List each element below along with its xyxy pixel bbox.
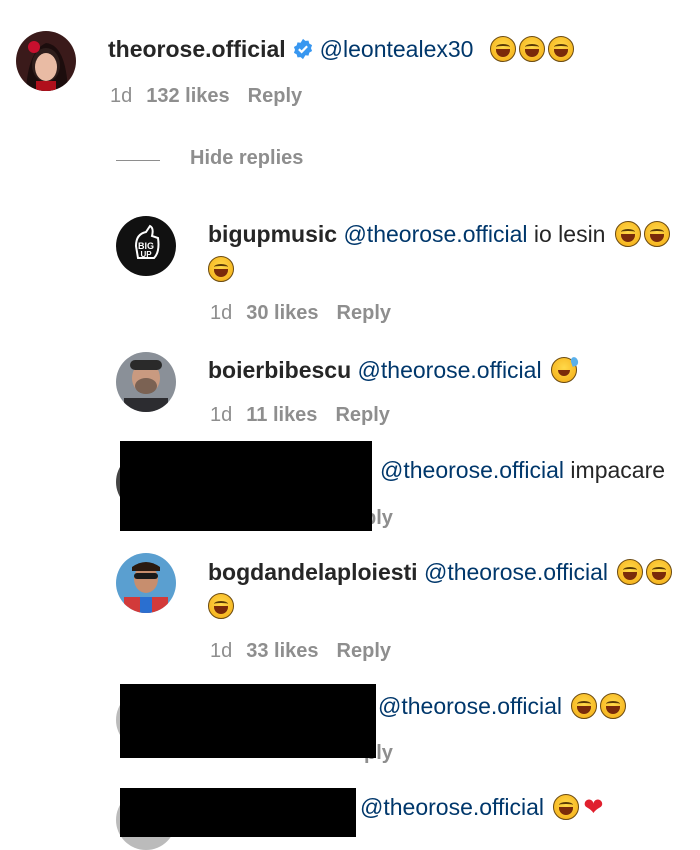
reply-mention[interactable]: @theorose.official (360, 794, 544, 820)
reply-username[interactable]: boierbibescu (208, 357, 351, 383)
reply-line-continued (208, 591, 234, 621)
reply-line: @theorose.official impacare (380, 455, 665, 485)
laughing-emoji-icon (617, 559, 644, 585)
reply-button[interactable]: Reply (335, 404, 389, 426)
reply-line: bigupmusic @theorose.official io lesin (208, 219, 670, 249)
reply-line: boierbibescu @theorose.official (208, 355, 577, 385)
comment-likes[interactable]: 132 likes (146, 85, 229, 107)
laughing-emoji-icon (643, 221, 670, 247)
reply-username[interactable]: bigupmusic (208, 221, 337, 247)
reply-line: @theorose.official ❤ (360, 792, 604, 823)
reply-mention[interactable]: @theorose.official (424, 559, 608, 585)
reply-username[interactable]: bogdandelaploiesti (208, 559, 418, 585)
reply-text: io lesin (533, 221, 606, 247)
avatar-image (116, 352, 176, 412)
comment-line: theorose.official @leontealex30 (108, 34, 574, 64)
avatar-image: BIG UP (116, 216, 176, 276)
avatar-boierbibescu[interactable] (116, 352, 176, 412)
svg-text:UP: UP (140, 250, 152, 259)
reply-button[interactable]: Reply (248, 85, 302, 107)
avatar-bigupmusic[interactable]: BIG UP (116, 216, 176, 276)
laughing-emoji-icon (646, 559, 673, 585)
reply-age: 1d (210, 404, 233, 426)
reply-likes[interactable]: 30 likes (246, 302, 318, 324)
reply-likes[interactable]: 33 likes (246, 640, 318, 662)
reply-meta: 1d 11 likes Reply (210, 402, 390, 428)
grinning-sweat-emoji-icon (550, 357, 577, 383)
reply-mention[interactable]: @theorose.official (380, 457, 564, 483)
reply-mention[interactable]: @theorose.official (343, 221, 527, 247)
replies-divider (116, 160, 160, 161)
laughing-emoji-icon (600, 693, 627, 719)
reply-line: @theorose.official (378, 691, 627, 721)
reply-button[interactable]: Reply (337, 640, 391, 662)
laughing-emoji-icon (518, 36, 545, 62)
reply-line: bogdandelaploiesti @theorose.official (208, 557, 673, 587)
reply-mention[interactable]: @theorose.official (358, 357, 542, 383)
reply-text: impacare (570, 457, 666, 483)
reply-line-continued (208, 254, 234, 284)
avatar-image (16, 31, 76, 91)
reply-mention[interactable]: @theorose.official (378, 693, 562, 719)
reply-likes[interactable]: 11 likes (246, 404, 317, 426)
laughing-emoji-icon (614, 221, 641, 247)
redaction-box (120, 684, 376, 758)
reply-meta: 1d 33 likes Reply (210, 638, 391, 664)
laughing-emoji-icon (571, 693, 598, 719)
laughing-emoji-icon (553, 794, 580, 820)
redaction-box (120, 788, 356, 837)
comment-age: 1d (110, 85, 133, 107)
avatar-bogdandelaploiesti[interactable] (116, 553, 176, 613)
comment-meta: 1d 132 likes Reply (110, 83, 302, 109)
avatar-image (116, 553, 176, 613)
laughing-emoji-icon (489, 36, 516, 62)
comment-username[interactable]: theorose.official (108, 36, 286, 62)
comment-mention[interactable]: @leontealex30 (320, 36, 474, 62)
reply-age: 1d (210, 302, 233, 324)
laughing-emoji-icon (208, 256, 234, 282)
verified-badge-icon (293, 38, 312, 60)
red-heart-icon: ❤ (583, 794, 604, 821)
reply-button[interactable]: Reply (337, 302, 391, 324)
laughing-emoji-icon (547, 36, 574, 62)
reply-meta: 1d 30 likes Reply (210, 300, 391, 326)
redaction-box (120, 441, 372, 531)
laughing-emoji-icon (208, 593, 234, 619)
avatar-theorose[interactable] (16, 31, 76, 91)
hide-replies-button[interactable]: Hide replies (190, 147, 303, 170)
reply-age: 1d (210, 640, 233, 662)
